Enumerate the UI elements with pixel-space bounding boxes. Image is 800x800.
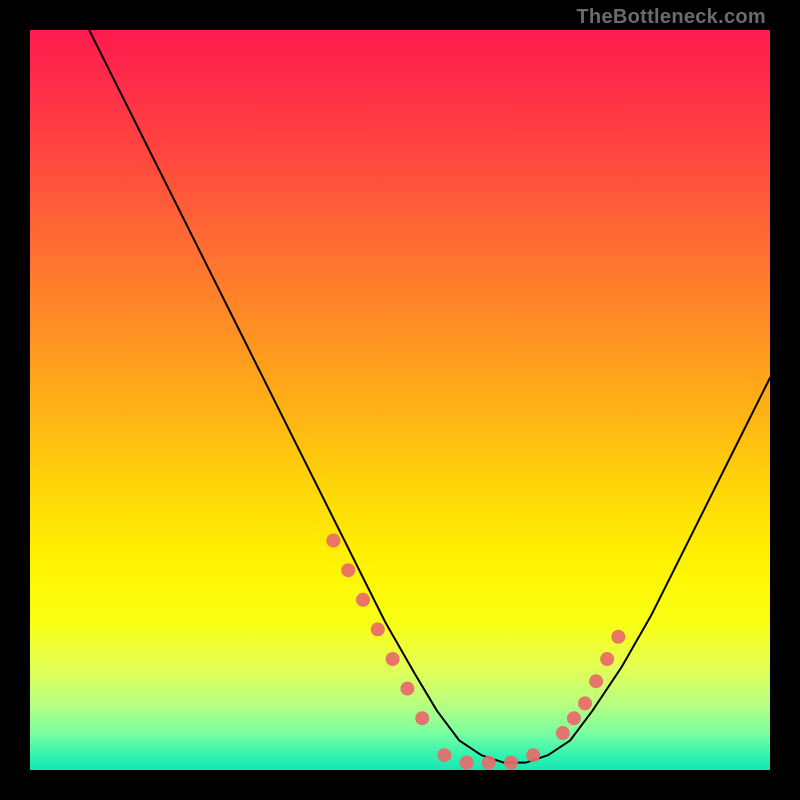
data-point <box>326 534 340 548</box>
data-point <box>386 652 400 666</box>
data-point <box>341 563 355 577</box>
data-point <box>437 748 451 762</box>
data-point <box>567 711 581 725</box>
data-point <box>526 748 540 762</box>
main-curve-path <box>89 30 770 763</box>
data-point <box>415 711 429 725</box>
data-point <box>356 593 370 607</box>
dot-cluster-right <box>556 630 626 740</box>
data-point <box>600 652 614 666</box>
data-point <box>578 696 592 710</box>
plot-area <box>30 30 770 770</box>
watermark-text: TheBottleneck.com <box>576 6 766 29</box>
chart-frame: TheBottleneck.com <box>0 0 800 800</box>
dot-cluster-bottom <box>437 748 540 769</box>
data-point <box>371 622 385 636</box>
dot-cluster-left <box>326 534 429 726</box>
data-point <box>611 630 625 644</box>
data-point <box>556 726 570 740</box>
chart-svg <box>30 30 770 770</box>
data-point <box>400 682 414 696</box>
data-point <box>482 756 496 770</box>
data-point <box>504 756 518 770</box>
data-point <box>460 756 474 770</box>
data-point <box>589 674 603 688</box>
